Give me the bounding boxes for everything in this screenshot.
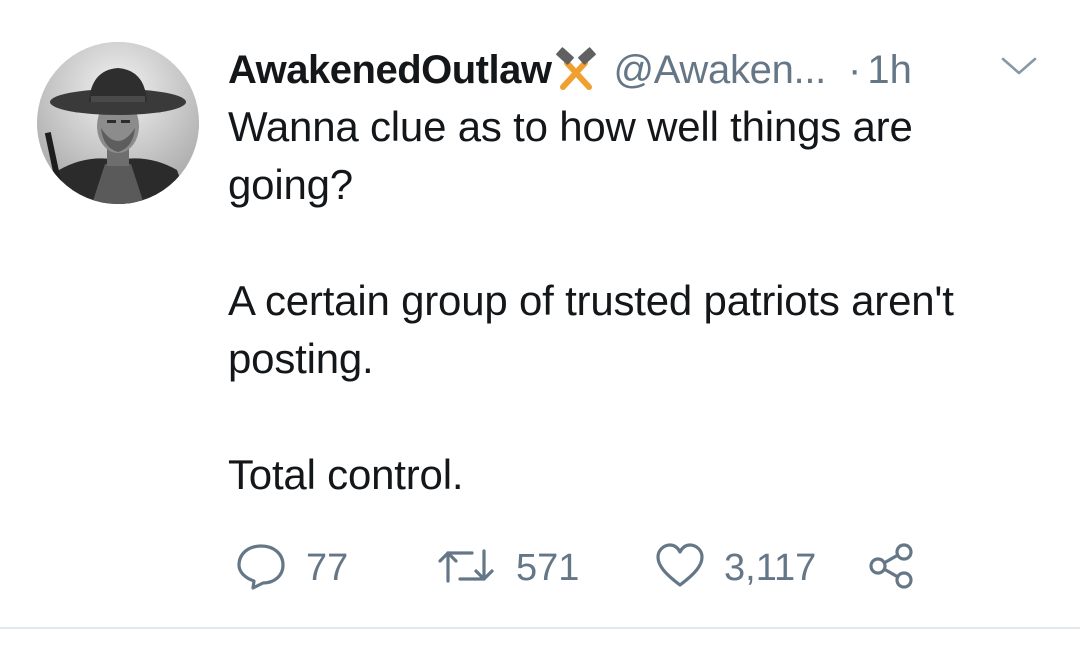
share-button[interactable] [866, 540, 916, 596]
tweet-text: Wanna clue as to how well things are goi… [228, 98, 1048, 504]
like-count: 3,117 [724, 546, 817, 589]
avatar[interactable] [37, 42, 199, 204]
tweet-header: AwakenedOutlaw @Awaken... · 1h [228, 40, 1048, 100]
divider [0, 627, 1080, 629]
reply-icon [234, 541, 288, 596]
like-button[interactable]: 3,117 [654, 540, 816, 596]
tweet-container: AwakenedOutlaw @Awaken... · 1h Wanna clu… [0, 0, 1080, 646]
timestamp[interactable]: 1h [867, 48, 912, 93]
retweet-count: 571 [516, 546, 580, 589]
retweet-icon [434, 541, 498, 596]
reply-count: 77 [306, 546, 349, 589]
tweet-paragraph: Wanna clue as to how well things are goi… [228, 103, 913, 208]
tweet-actions: 77 571 3,117 [234, 540, 954, 596]
chevron-down-icon[interactable] [998, 50, 1040, 80]
heart-icon [654, 541, 706, 596]
tweet-paragraph: A certain group of trusted patriots aren… [228, 277, 954, 382]
user-handle[interactable]: @Awaken... [613, 48, 826, 93]
reply-button[interactable]: 77 [234, 540, 348, 596]
crossed-hammers-icon [553, 47, 599, 93]
share-icon [866, 541, 916, 596]
separator-dot: · [848, 47, 862, 92]
retweet-button[interactable]: 571 [434, 540, 579, 596]
display-name[interactable]: AwakenedOutlaw [228, 48, 552, 93]
tweet-paragraph: Total control. [228, 451, 464, 498]
